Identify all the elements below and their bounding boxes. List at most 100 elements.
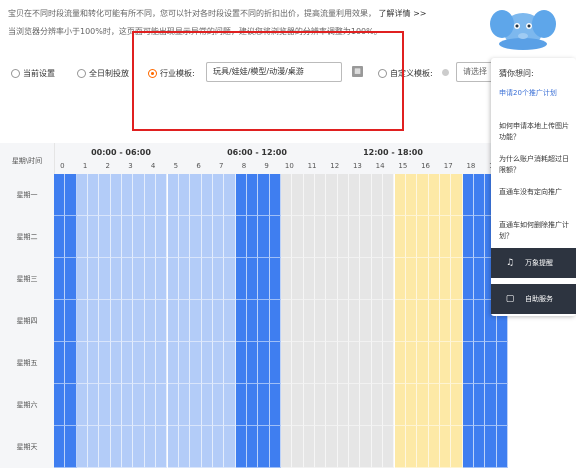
time-slot-cell[interactable] bbox=[405, 216, 418, 258]
radio-allday[interactable]: 全日制投放 bbox=[77, 68, 129, 79]
time-slot-cell[interactable] bbox=[417, 216, 429, 258]
time-slot-cell[interactable] bbox=[405, 426, 418, 468]
time-slot-cell[interactable] bbox=[292, 426, 304, 468]
time-slot-cell[interactable] bbox=[428, 384, 440, 426]
time-slot-cell[interactable] bbox=[281, 384, 293, 426]
time-slot-cell[interactable] bbox=[167, 174, 179, 216]
time-slot-cell[interactable] bbox=[337, 384, 350, 426]
time-slot-cell[interactable] bbox=[439, 174, 452, 216]
time-slot-cell[interactable] bbox=[462, 342, 474, 384]
time-slot-cell[interactable] bbox=[439, 216, 452, 258]
time-slot-cell[interactable] bbox=[201, 174, 213, 216]
time-slot-cell[interactable] bbox=[360, 426, 372, 468]
time-slot-cell[interactable] bbox=[167, 216, 179, 258]
time-slot-cell[interactable] bbox=[54, 384, 66, 426]
time-slot-cell[interactable] bbox=[451, 258, 463, 300]
time-slot-cell[interactable] bbox=[99, 342, 111, 384]
time-slot-cell[interactable] bbox=[156, 342, 168, 384]
time-slot-cell[interactable] bbox=[178, 174, 191, 216]
help-icon[interactable] bbox=[442, 69, 449, 76]
time-slot-cell[interactable] bbox=[349, 300, 361, 342]
time-slot-cell[interactable] bbox=[212, 258, 225, 300]
time-slot-cell[interactable] bbox=[405, 300, 418, 342]
time-slot-cell[interactable] bbox=[133, 216, 145, 258]
time-slot-cell[interactable] bbox=[88, 300, 100, 342]
time-slot-cell[interactable] bbox=[383, 342, 395, 384]
time-slot-cell[interactable] bbox=[417, 384, 429, 426]
time-slot-cell[interactable] bbox=[99, 384, 111, 426]
time-slot-cell[interactable] bbox=[371, 174, 384, 216]
time-slot-cell[interactable] bbox=[144, 174, 157, 216]
time-slot-cell[interactable] bbox=[473, 174, 486, 216]
time-slot-cell[interactable] bbox=[428, 342, 440, 384]
time-slot-cell[interactable] bbox=[326, 300, 338, 342]
time-slot-cell[interactable] bbox=[326, 258, 338, 300]
time-slot-cell[interactable] bbox=[428, 300, 440, 342]
time-slot-cell[interactable] bbox=[485, 384, 497, 426]
time-slot-cell[interactable] bbox=[496, 342, 508, 384]
time-slot-cell[interactable] bbox=[167, 300, 179, 342]
time-slot-cell[interactable] bbox=[88, 384, 100, 426]
time-slot-cell[interactable] bbox=[110, 426, 123, 468]
time-slot-cell[interactable] bbox=[405, 342, 418, 384]
time-slot-cell[interactable] bbox=[383, 174, 395, 216]
time-slot-cell[interactable] bbox=[417, 174, 429, 216]
custom-template-select[interactable]: 请选择 bbox=[456, 62, 496, 82]
time-slot-cell[interactable] bbox=[246, 216, 259, 258]
time-slot-cell[interactable] bbox=[224, 384, 236, 426]
time-slot-cell[interactable] bbox=[190, 384, 202, 426]
time-slot-cell[interactable] bbox=[156, 426, 168, 468]
time-slot-cell[interactable] bbox=[428, 174, 440, 216]
time-slot-cell[interactable] bbox=[360, 342, 372, 384]
time-slot-cell[interactable] bbox=[110, 174, 123, 216]
time-slot-cell[interactable] bbox=[383, 426, 395, 468]
time-slot-cell[interactable] bbox=[65, 384, 77, 426]
time-slot-cell[interactable] bbox=[76, 426, 89, 468]
time-slot-cell[interactable] bbox=[303, 300, 316, 342]
time-slot-cell[interactable] bbox=[496, 426, 508, 468]
time-slot-cell[interactable] bbox=[360, 300, 372, 342]
time-slot-cell[interactable] bbox=[110, 216, 123, 258]
time-slot-cell[interactable] bbox=[428, 258, 440, 300]
time-slot-cell[interactable] bbox=[133, 342, 145, 384]
time-slot-cell[interactable] bbox=[417, 258, 429, 300]
time-slot-cell[interactable] bbox=[178, 300, 191, 342]
time-slot-cell[interactable] bbox=[258, 384, 270, 426]
time-slot-cell[interactable] bbox=[76, 216, 89, 258]
time-slot-cell[interactable] bbox=[394, 300, 406, 342]
time-slot-cell[interactable] bbox=[337, 300, 350, 342]
time-slot-cell[interactable] bbox=[99, 426, 111, 468]
time-slot-cell[interactable] bbox=[178, 216, 191, 258]
time-slot-cell[interactable] bbox=[281, 216, 293, 258]
time-slot-cell[interactable] bbox=[178, 426, 191, 468]
time-slot-cell[interactable] bbox=[269, 384, 281, 426]
time-slot-cell[interactable] bbox=[212, 426, 225, 468]
time-slot-cell[interactable] bbox=[473, 342, 486, 384]
time-slot-cell[interactable] bbox=[462, 216, 474, 258]
time-slot-cell[interactable] bbox=[394, 258, 406, 300]
help-question-link[interactable]: 为什么账户消耗超过日限额？ bbox=[499, 154, 573, 176]
time-slot-cell[interactable] bbox=[99, 174, 111, 216]
time-slot-cell[interactable] bbox=[178, 384, 191, 426]
time-slot-cell[interactable] bbox=[394, 384, 406, 426]
time-slot-cell[interactable] bbox=[394, 342, 406, 384]
time-slot-cell[interactable] bbox=[122, 426, 134, 468]
time-slot-cell[interactable] bbox=[190, 216, 202, 258]
time-slot-cell[interactable] bbox=[156, 174, 168, 216]
time-slot-cell[interactable] bbox=[462, 258, 474, 300]
time-slot-cell[interactable] bbox=[269, 258, 281, 300]
time-slot-cell[interactable] bbox=[133, 174, 145, 216]
time-slot-cell[interactable] bbox=[122, 300, 134, 342]
time-slot-cell[interactable] bbox=[178, 342, 191, 384]
time-slot-cell[interactable] bbox=[76, 174, 89, 216]
time-slot-cell[interactable] bbox=[201, 216, 213, 258]
time-slot-cell[interactable] bbox=[473, 216, 486, 258]
time-slot-cell[interactable] bbox=[439, 426, 452, 468]
time-slot-cell[interactable] bbox=[246, 342, 259, 384]
time-slot-cell[interactable] bbox=[190, 258, 202, 300]
time-slot-cell[interactable] bbox=[110, 384, 123, 426]
time-slot-cell[interactable] bbox=[88, 174, 100, 216]
time-slot-cell[interactable] bbox=[65, 426, 77, 468]
time-slot-cell[interactable] bbox=[462, 426, 474, 468]
time-slot-cell[interactable] bbox=[235, 342, 247, 384]
